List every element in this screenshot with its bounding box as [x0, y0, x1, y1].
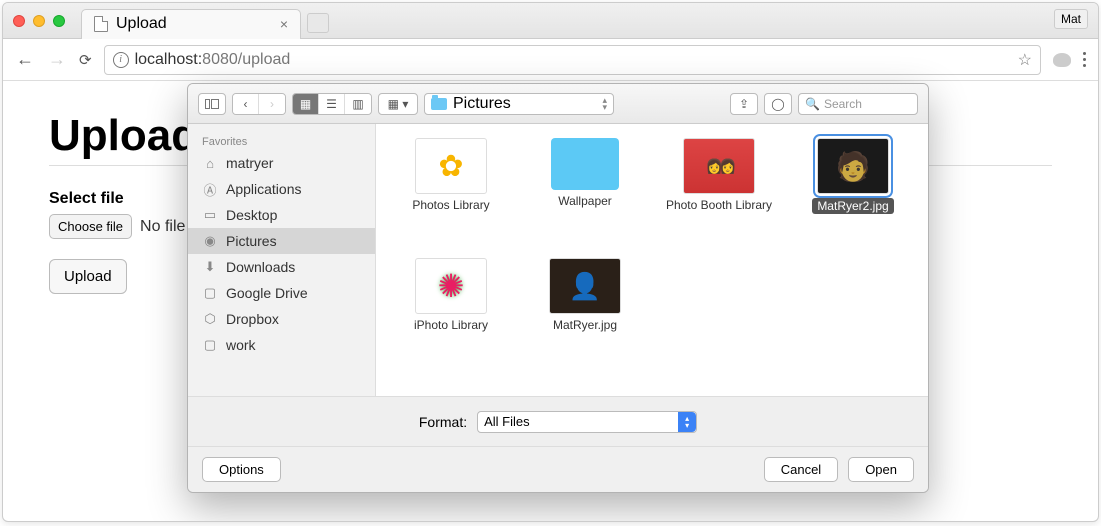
- choose-file-button[interactable]: Choose file: [49, 214, 132, 239]
- file-grid: Photos Library Wallpaper Photo Booth Lib…: [376, 124, 928, 396]
- maximize-window[interactable]: [53, 15, 65, 27]
- share-button[interactable]: ⇪: [730, 93, 758, 115]
- icon-view[interactable]: ▦: [293, 94, 319, 114]
- reload-button[interactable]: ⟳: [79, 51, 92, 69]
- profile-badge[interactable]: Mat: [1054, 9, 1088, 29]
- sidebar-item-home[interactable]: ⌂matryer: [188, 150, 375, 176]
- sidebar-item-dropbox[interactable]: ⬡Dropbox: [188, 306, 375, 332]
- grid-item[interactable]: MatRyer.jpg: [520, 258, 650, 378]
- dropbox-icon: ⬡: [202, 312, 218, 326]
- browser-tab[interactable]: Upload ×: [81, 9, 301, 39]
- minimize-window[interactable]: [33, 15, 45, 27]
- address-bar[interactable]: i localhost:8080/upload ☆: [104, 45, 1041, 75]
- sidebar: Favorites ⌂matryer ⒶApplications ▭Deskto…: [188, 124, 376, 396]
- folder-icon: ▢: [202, 286, 218, 300]
- location-dropdown[interactable]: Pictures ▴▾: [424, 93, 614, 115]
- upload-button[interactable]: Upload: [49, 259, 127, 294]
- view-segment: ▦ ☰ ▥: [292, 93, 372, 115]
- photos-library-icon: [415, 138, 487, 194]
- format-select[interactable]: All Files ▴▾: [477, 411, 697, 433]
- home-icon: ⌂: [202, 156, 218, 170]
- close-tab-icon[interactable]: ×: [280, 16, 288, 32]
- folder-icon: ▢: [202, 338, 218, 352]
- titlebar: Upload × Mat: [3, 3, 1098, 39]
- grid-item[interactable]: Wallpaper: [520, 138, 650, 258]
- group-menu[interactable]: ▦ ▾: [378, 93, 418, 115]
- image-thumbnail: [817, 138, 889, 194]
- format-bar: Format: All Files ▴▾: [188, 396, 928, 446]
- location-label: Pictures: [453, 95, 511, 113]
- dialog-body: Favorites ⌂matryer ⒶApplications ▭Deskto…: [188, 124, 928, 396]
- menu-button[interactable]: [1083, 52, 1086, 67]
- dialog-toolbar: ‹ › ▦ ☰ ▥ ▦ ▾ Pictures ▴▾ ⇪ ◯ 🔍 Search: [188, 84, 928, 124]
- iphoto-library-icon: [415, 258, 487, 314]
- back-button[interactable]: ←: [15, 49, 35, 70]
- sidebar-item-downloads[interactable]: ⬇Downloads: [188, 254, 375, 280]
- grid-item[interactable]: Photo Booth Library: [654, 138, 784, 258]
- grid-item[interactable]: iPhoto Library: [386, 258, 516, 378]
- format-label: Format:: [419, 414, 467, 430]
- open-button[interactable]: Open: [848, 457, 914, 482]
- cancel-button[interactable]: Cancel: [764, 457, 838, 482]
- list-view[interactable]: ☰: [319, 94, 345, 114]
- sidebar-item-pictures[interactable]: ◉Pictures: [188, 228, 375, 254]
- nav-forward: ›: [259, 94, 285, 114]
- nav-back[interactable]: ‹: [233, 94, 259, 114]
- sidebar-item-applications[interactable]: ⒶApplications: [188, 176, 375, 202]
- sidebar-item-work[interactable]: ▢work: [188, 332, 375, 358]
- window-controls: [13, 15, 65, 27]
- desktop-icon: ▭: [202, 208, 218, 222]
- sidebar-item-googledrive[interactable]: ▢Google Drive: [188, 280, 375, 306]
- grid-item[interactable]: Photos Library: [386, 138, 516, 258]
- dialog-footer: Options Cancel Open: [188, 446, 928, 492]
- photo-booth-icon: [683, 138, 755, 194]
- sidebar-header: Favorites: [188, 134, 375, 150]
- browser-toolbar: ← → ⟳ i localhost:8080/upload ☆: [3, 39, 1098, 81]
- downloads-icon: ⬇: [202, 260, 218, 274]
- folder-icon: [551, 138, 619, 190]
- file-status: No file: [140, 218, 185, 236]
- pictures-icon: ◉: [202, 234, 218, 248]
- sidebar-item-desktop[interactable]: ▭Desktop: [188, 202, 375, 228]
- image-thumbnail: [549, 258, 621, 314]
- apps-icon: Ⓐ: [202, 182, 218, 196]
- nav-segment: ‹ ›: [232, 93, 286, 115]
- site-info-icon[interactable]: i: [113, 52, 129, 68]
- sidebar-toggle[interactable]: [198, 93, 226, 115]
- column-view[interactable]: ▥: [345, 94, 371, 114]
- close-window[interactable]: [13, 15, 25, 27]
- url-text: localhost:8080/upload: [135, 51, 291, 69]
- chevron-updown-icon: ▴▾: [678, 412, 696, 432]
- search-icon: 🔍: [805, 97, 820, 111]
- chevron-updown-icon: ▴▾: [602, 97, 607, 111]
- search-field[interactable]: 🔍 Search: [798, 93, 918, 115]
- folder-icon: [431, 98, 447, 110]
- new-tab-button[interactable]: [307, 13, 329, 33]
- bookmark-star-icon[interactable]: ☆: [1018, 50, 1032, 70]
- options-button[interactable]: Options: [202, 457, 281, 482]
- grid-item-selected[interactable]: MatRyer2.jpg: [788, 138, 918, 258]
- tab-title: Upload: [116, 15, 167, 33]
- file-dialog: ‹ › ▦ ☰ ▥ ▦ ▾ Pictures ▴▾ ⇪ ◯ 🔍 Search: [187, 83, 929, 493]
- search-placeholder: Search: [824, 97, 862, 111]
- forward-button: →: [47, 49, 67, 70]
- cloud-icon[interactable]: [1053, 53, 1071, 67]
- tags-button[interactable]: ◯: [764, 93, 792, 115]
- browser-window: Upload × Mat ← → ⟳ i localhost:8080/uplo…: [2, 2, 1099, 522]
- file-icon: [94, 16, 108, 32]
